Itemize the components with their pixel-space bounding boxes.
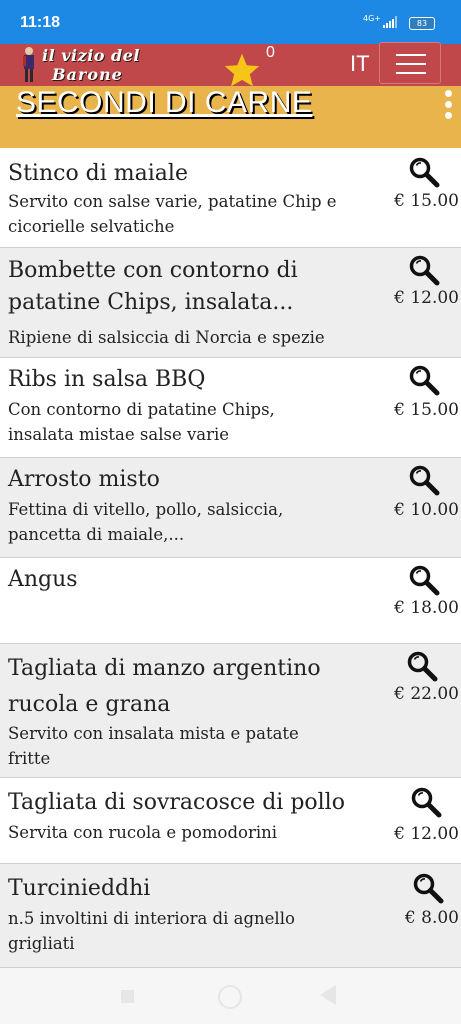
menu-item-description: Servito con insalata mista e patate — [8, 724, 299, 743]
magnifier-icon[interactable] — [412, 872, 444, 904]
menu-item-description: n.5 involtini di interiora di agnello — [8, 909, 295, 928]
magnifier-icon[interactable] — [408, 156, 440, 188]
menu-item-price: € 15.00 — [394, 400, 459, 420]
menu-item-description: cicorielle selvatiche — [8, 217, 175, 236]
logo-text-line1: il vizio del — [42, 46, 140, 65]
menu-item-price: € 8.00 — [404, 908, 459, 928]
menu-item-name: Tagliata di manzo argentino — [8, 656, 321, 681]
battery-icon: 83 — [409, 17, 435, 30]
network-type: 4G+ — [363, 14, 381, 23]
magnifier-icon[interactable] — [408, 364, 440, 396]
menu-item-price: € 15.00 — [394, 191, 459, 211]
menu-item-name: Angus — [8, 567, 78, 592]
magnifier-icon[interactable] — [410, 786, 442, 818]
menu-item-name: Stinco di maiale — [8, 161, 188, 186]
menu-item-price: € 18.00 — [394, 598, 459, 618]
favorites-count: 0 — [266, 44, 275, 61]
more-vert-icon[interactable] — [445, 90, 453, 123]
menu-item-name: rucola e grana — [8, 692, 171, 717]
hamburger-icon — [396, 63, 426, 65]
status-time: 11:18 — [20, 14, 61, 31]
menu-item-price: € 12.00 — [394, 288, 459, 308]
menu-item-description: insalata mistae salse varie — [8, 425, 230, 444]
signal-icon — [383, 16, 397, 28]
menu-item-name: Tagliata di sovracosce di pollo — [8, 790, 345, 815]
language-selector[interactable]: IT — [350, 51, 370, 77]
menu-item-description: grigliati — [8, 934, 75, 953]
menu-item-name: Arrosto misto — [8, 467, 160, 492]
hamburger-icon — [396, 54, 426, 56]
magnifier-icon[interactable] — [406, 650, 438, 682]
menu-item-price: € 22.00 — [394, 684, 459, 704]
menu-item-description: pancetta di maiale,... — [8, 525, 185, 544]
magnifier-icon[interactable] — [408, 254, 440, 286]
menu-button[interactable] — [379, 42, 441, 84]
menu-item-price: € 12.00 — [394, 824, 459, 844]
menu-item[interactable]: Arrosto misto Fettina di vitello, pollo, … — [0, 458, 461, 558]
menu-item-price: € 10.00 — [394, 500, 459, 520]
recents-button[interactable] — [121, 990, 134, 1003]
magnifier-icon[interactable] — [408, 564, 440, 596]
menu-item-description: Servita con rucola e pomodorini — [8, 823, 278, 842]
baron-figure-icon — [23, 47, 34, 82]
logo-text-line2: Barone — [52, 65, 123, 84]
menu-item-description: Con contorno di patatine Chips, — [8, 400, 275, 419]
magnifier-icon[interactable] — [408, 464, 440, 496]
menu-item[interactable]: Turcinieddhi n.5 involtini di interiora d… — [0, 864, 461, 968]
menu-item[interactable]: Tagliata di manzo argentino rucola e gran… — [0, 644, 461, 778]
menu-item[interactable]: Angus € 18.00 — [0, 558, 461, 644]
menu-item-name: Bombette con contorno di — [8, 258, 298, 283]
menu-item-name: patatine Chips, insalata... — [8, 290, 294, 315]
menu-item[interactable]: Tagliata di sovracosce di pollo Servita c… — [0, 778, 461, 864]
menu-item-description: fritte — [8, 749, 51, 768]
menu-item-name: Turcinieddhi — [8, 876, 151, 901]
menu-item[interactable]: Ribs in salsa BBQ Con contorno di patatin… — [0, 358, 461, 458]
menu-item-description: Ripiene di salsiccia di Norcia e spezie — [8, 328, 325, 347]
star-icon[interactable] — [222, 52, 262, 88]
home-button[interactable] — [218, 985, 242, 1009]
section-header: SECONDI DI CARNE — [0, 86, 461, 148]
menu-item[interactable]: Bombette con contorno di patatine Chips, … — [0, 248, 461, 358]
menu-item-description: Servito con salse varie, patatine Chip e — [8, 192, 337, 211]
menu-item-name: Ribs in salsa BBQ — [8, 367, 206, 392]
hamburger-icon — [396, 72, 426, 74]
menu-item[interactable]: Stinco di maiale Servito con salse varie,… — [0, 148, 461, 248]
system-nav-bar — [0, 968, 461, 1024]
section-title: SECONDI DI CARNE — [16, 86, 313, 119]
status-bar: 11:18 4G+ 83 — [0, 0, 461, 44]
back-button[interactable] — [320, 985, 336, 1005]
restaurant-logo[interactable]: il vizio del Barone — [18, 45, 146, 85]
menu-item-description: Fettina di vitello, pollo, salsiccia, — [8, 500, 284, 519]
